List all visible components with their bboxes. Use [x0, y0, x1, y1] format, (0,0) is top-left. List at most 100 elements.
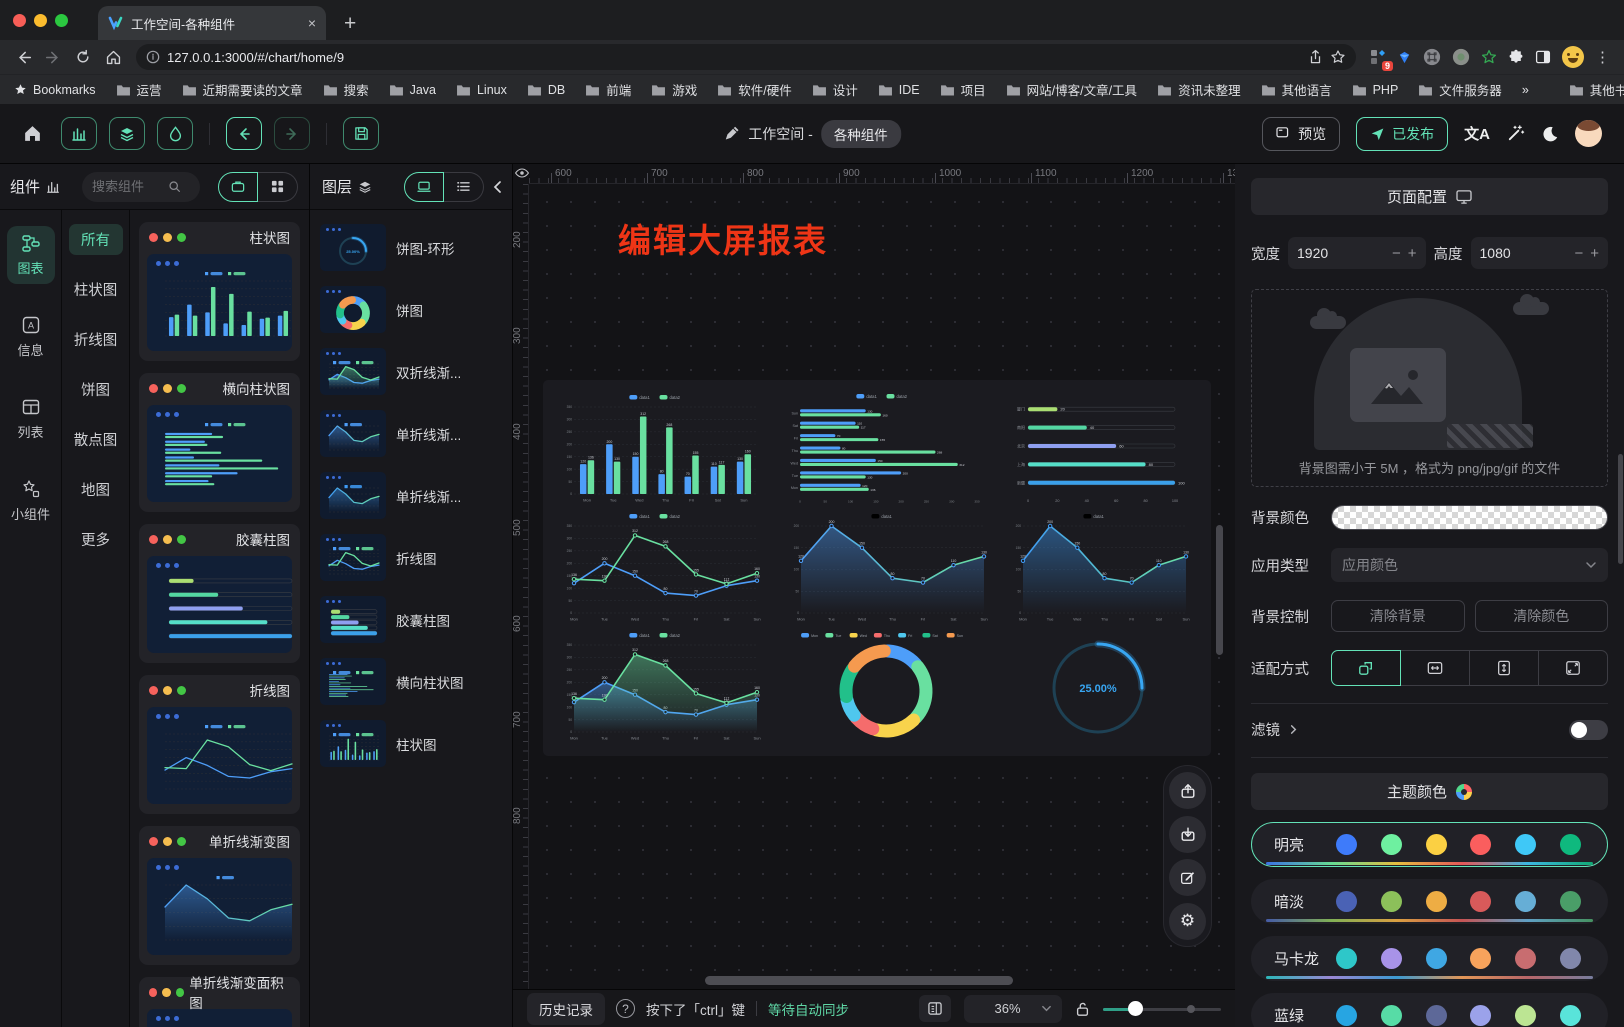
layer-item[interactable]: 单折线渐... — [320, 410, 502, 457]
double-area-line-chart[interactable]: 1202001508070110130136130312268155117160… — [557, 630, 762, 742]
category-item[interactable]: 柱状图 — [69, 274, 123, 305]
width-input[interactable]: 1920 − + — [1288, 237, 1426, 269]
home-icon[interactable] — [100, 44, 126, 70]
bookmark-star-icon[interactable] — [1330, 49, 1346, 65]
component-card[interactable]: 单折线渐变图 — [139, 826, 300, 965]
import-icon[interactable] — [1169, 816, 1206, 853]
sidebar-item-widgets[interactable]: 小组件 — [7, 472, 55, 530]
back-icon[interactable] — [10, 44, 36, 70]
fit-width-button[interactable] — [1400, 650, 1470, 686]
bookmark-folder[interactable]: 前端 — [585, 80, 631, 99]
layer-item[interactable]: 胶囊柱图 — [320, 596, 502, 643]
publish-button[interactable]: 已发布 — [1356, 117, 1448, 151]
bg-color-swatch[interactable] — [1331, 505, 1608, 530]
horizontal-bar-chart[interactable]: 130160Sun110117Sat70155Fri80268Thu150312… — [784, 392, 989, 504]
ring-progress-chart[interactable]: 25.00% — [1023, 630, 1173, 742]
category-item[interactable]: 散点图 — [69, 424, 123, 455]
fit-scale-button[interactable] — [1331, 650, 1401, 686]
other-bookmarks[interactable]: 其他书签 — [1569, 80, 1624, 99]
site-info-icon[interactable] — [146, 50, 160, 64]
clear-background-button[interactable]: 清除背景 — [1331, 600, 1465, 632]
bookmark-folder[interactable]: PHP — [1352, 80, 1399, 99]
gradient-line-chart[interactable]: 1202001508070110130MonTueWedThuFriSatSun… — [784, 511, 989, 623]
vertical-scrollbar[interactable] — [1216, 525, 1223, 655]
tab-close-icon[interactable]: × — [308, 15, 316, 31]
bookmarks-overflow[interactable]: » — [1522, 83, 1529, 97]
theme-row[interactable]: 蓝绿 — [1251, 993, 1608, 1027]
undo-button[interactable] — [226, 117, 262, 150]
design-board[interactable]: 编辑大屏报表 120200150807011013013613031226815… — [529, 184, 1235, 989]
height-input[interactable]: 1080 − + — [1471, 237, 1609, 269]
component-search[interactable] — [82, 172, 200, 202]
layers-panel-toggle-button[interactable] — [109, 117, 145, 150]
tab-manager-extension-icon[interactable]: 9 — [1370, 49, 1386, 65]
bookmark-folder[interactable]: 其他语言 — [1261, 80, 1332, 99]
project-name[interactable]: 各种组件 — [821, 120, 901, 148]
browser-profile-avatar[interactable] — [1562, 46, 1584, 68]
share-icon[interactable] — [1308, 49, 1323, 65]
component-card[interactable]: 胶囊柱图 — [139, 524, 300, 663]
window-controls[interactable] — [0, 0, 82, 40]
bookmark-folder[interactable]: 近期需要读的文章 — [182, 80, 303, 99]
layer-item[interactable]: 双折线渐... — [320, 348, 502, 395]
browser-menu-icon[interactable]: ⋮ — [1595, 48, 1610, 66]
layer-item[interactable]: 饼图 — [320, 286, 502, 333]
edit-icon[interactable] — [1169, 859, 1206, 896]
magic-wand-icon[interactable] — [1506, 124, 1525, 143]
minimize-window-button[interactable] — [34, 14, 47, 27]
collapse-panel-icon[interactable] — [492, 181, 504, 193]
double-line-chart[interactable]: 1202001508070110130136130312268155117160… — [557, 511, 762, 623]
charts-panel-toggle-button[interactable] — [61, 117, 97, 150]
bookmark-folder[interactable]: 文件服务器 — [1418, 80, 1502, 99]
help-icon[interactable]: ? — [616, 999, 635, 1018]
bookmark-folder[interactable]: Java — [389, 80, 436, 99]
puzzle-extensions-icon[interactable] — [1508, 49, 1524, 65]
bookmark-folder[interactable]: 资讯未整理 — [1157, 80, 1241, 99]
search-input[interactable] — [92, 179, 162, 194]
height-plus-button[interactable]: + — [1590, 245, 1599, 262]
grid-view-toggle[interactable] — [258, 172, 298, 202]
bookmark-folder[interactable]: Linux — [456, 80, 507, 99]
sidebar-item-charts[interactable]: 图表 — [7, 226, 55, 284]
component-card[interactable]: 柱状图 — [139, 222, 300, 361]
category-item[interactable]: 所有 — [69, 224, 123, 255]
user-avatar[interactable] — [1575, 120, 1602, 147]
layer-item[interactable]: 柱状图 — [320, 720, 502, 767]
new-tab-button[interactable]: + — [344, 12, 356, 36]
url-text[interactable]: 127.0.0.1:3000/#/chart/home/9 — [167, 50, 1301, 65]
category-item[interactable]: 饼图 — [69, 374, 123, 405]
green-star-extension-icon[interactable] — [1481, 49, 1497, 65]
category-item[interactable]: 地图 — [69, 474, 123, 505]
layer-item[interactable]: 25.00%饼图-环形 — [320, 224, 502, 271]
maximize-window-button[interactable] — [55, 14, 68, 27]
shortcut-doc-icon[interactable] — [919, 995, 951, 1022]
sidebar-toggle-icon[interactable] — [1535, 49, 1551, 65]
dark-mode-moon-icon[interactable] — [1541, 125, 1559, 143]
width-minus-button[interactable]: − — [1392, 245, 1401, 262]
reload-icon[interactable] — [70, 44, 96, 70]
layers-list-toggle[interactable] — [444, 172, 484, 202]
bookmark-folder[interactable]: IDE — [878, 80, 920, 99]
bookmark-folder[interactable]: 设计 — [812, 80, 858, 99]
bookmark-folder[interactable]: 搜索 — [323, 80, 369, 99]
page-config-header[interactable]: 页面配置 — [1251, 178, 1608, 215]
app-type-select[interactable]: 应用颜色 — [1331, 548, 1608, 582]
close-window-button[interactable] — [13, 14, 26, 27]
gem-extension-icon[interactable] — [1397, 50, 1412, 65]
height-minus-button[interactable]: − — [1574, 245, 1583, 262]
lock-icon[interactable] — [1075, 1001, 1090, 1017]
zoom-select[interactable]: 36% — [964, 995, 1062, 1023]
edit-title-icon[interactable] — [723, 125, 740, 142]
category-item[interactable]: 更多 — [69, 524, 123, 555]
save-button[interactable] — [343, 117, 379, 150]
circle-extension-icon[interactable] — [1452, 48, 1470, 66]
component-card[interactable]: 横向柱状图 — [139, 373, 300, 512]
url-bar[interactable]: 127.0.0.1:3000/#/chart/home/9 — [136, 44, 1356, 70]
theme-row[interactable]: 暗淡 — [1251, 879, 1608, 924]
history-button[interactable]: 历史记录 — [527, 993, 605, 1025]
width-plus-button[interactable]: + — [1408, 245, 1417, 262]
bookmark-folder[interactable]: 网站/博客/文章/工具 — [1006, 80, 1137, 99]
export-icon[interactable] — [1169, 772, 1206, 809]
horizontal-scrollbar[interactable] — [705, 976, 1013, 985]
slider-knob[interactable] — [1128, 1001, 1143, 1016]
